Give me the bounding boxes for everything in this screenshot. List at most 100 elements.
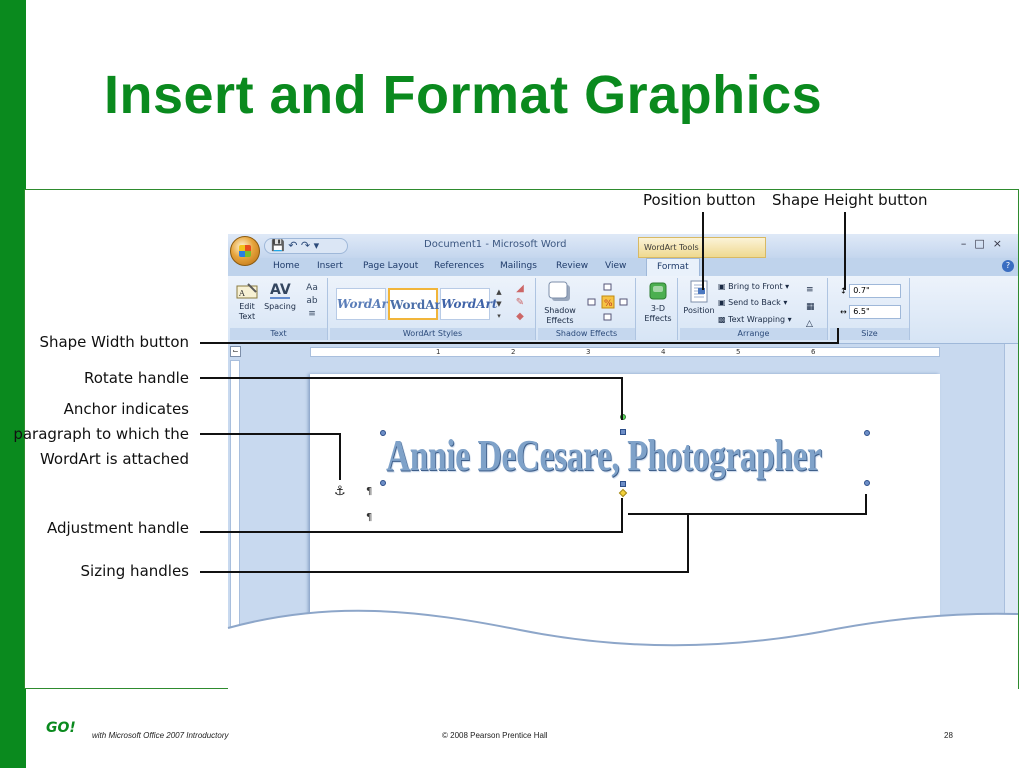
tab-insert[interactable]: Insert	[317, 261, 343, 271]
sizing-handle[interactable]	[864, 480, 870, 486]
edit-text-button[interactable]: A Edit Text	[234, 282, 260, 322]
callout-sizing-handles: Sizing handles	[80, 562, 189, 580]
arrange-label: Arrange	[680, 328, 827, 340]
bring-to-front-button[interactable]: ▣ Bring to Front ▾	[718, 282, 789, 291]
size-group: ↕ 0.7" ↔ 6.5" Size	[830, 278, 910, 340]
vertical-ruler[interactable]	[230, 360, 240, 628]
sizing-handle[interactable]	[380, 480, 386, 486]
shadow-effects-icon	[548, 281, 570, 301]
callout-rotate-handle: Rotate handle	[84, 369, 189, 387]
arrange-group: Position ▣ Bring to Front ▾ ▣ Send to Ba…	[680, 278, 828, 340]
tab-review[interactable]: Review	[556, 261, 588, 271]
shape-height-control: ↕ 0.7"	[840, 284, 902, 298]
shadow-effects-group: Shadow Effects % Shadow Effects	[538, 278, 636, 340]
tab-mailings[interactable]: Mailings	[500, 261, 537, 271]
ruler-number: 6	[811, 348, 816, 356]
window-controls[interactable]: –□×	[961, 237, 1010, 250]
wordart-tools-context-tab: WordArt Tools	[638, 237, 766, 258]
ruler-row: ⌙ 1 2 3 4 5 6	[228, 344, 1018, 360]
shadow-effects-button[interactable]: Shadow Effects	[542, 280, 578, 326]
wordart-styles-scroll[interactable]: ▲ ▼ ▾	[494, 286, 504, 322]
send-to-back-button[interactable]: ▣ Send to Back ▾	[718, 298, 787, 307]
slide-title: Insert and Format Graphics	[104, 65, 823, 125]
three-d-effects-button[interactable]: 3-D Effects	[640, 280, 676, 324]
tab-selector[interactable]: ⌙	[230, 346, 241, 357]
office-button[interactable]	[230, 236, 260, 266]
paragraph-mark: ¶	[366, 486, 373, 497]
tab-references[interactable]: References	[434, 261, 484, 271]
sizing-handle[interactable]	[380, 430, 386, 436]
size-label: Size	[830, 328, 909, 340]
callout-anchor: Anchor indicates paragraph to which the …	[10, 397, 189, 472]
callout-adjustment-handle: Adjustment handle	[46, 519, 189, 537]
text-wrapping-button[interactable]: ▩ Text Wrapping ▾	[718, 315, 792, 324]
shape-width-input[interactable]: 6.5"	[849, 305, 902, 319]
rotate-handle[interactable]	[620, 414, 626, 420]
sizing-handle[interactable]	[620, 481, 626, 487]
tab-view[interactable]: View	[605, 261, 626, 271]
document-page[interactable]: Annie DeCesare, Photographer ⚓ ¶ ¶	[310, 374, 940, 628]
callout-anchor-line3: WordArt is attached	[39, 450, 189, 468]
sizing-handle[interactable]	[620, 429, 626, 435]
position-button[interactable]: Position	[682, 280, 716, 316]
anchor-icon: ⚓	[334, 484, 346, 499]
ruler-number: 1	[436, 348, 441, 356]
vertical-scrollbar[interactable]	[1004, 344, 1018, 628]
edit-text-icon: A	[236, 283, 258, 299]
nudge-shadow-buttons[interactable]: %	[584, 282, 630, 327]
text-format-buttons[interactable]: Aa ab ≡	[302, 282, 322, 321]
wordart-styles-label: WordArt Styles	[330, 328, 535, 340]
text-group-label: Text	[230, 328, 327, 340]
spacing-button[interactable]: AV Spacing	[264, 280, 296, 312]
svg-text:%: %	[604, 299, 613, 309]
title-bar: 💾 ↶ ↷ ▾ Document1 - Microsoft Word WordA…	[228, 234, 1018, 258]
callout-shape-width-button: Shape Width button	[39, 333, 189, 351]
spacing-icon: AV	[270, 282, 291, 299]
ruler-number: 3	[586, 348, 591, 356]
page-number: 28	[944, 731, 953, 740]
adjustment-handle[interactable]	[618, 488, 628, 498]
three-d-icon	[649, 282, 667, 300]
tab-home[interactable]: Home	[273, 261, 300, 271]
text-group: A Edit Text AV Spacing Aa ab ≡ Text	[230, 278, 328, 340]
tab-page-layout[interactable]: Page Layout	[363, 261, 418, 271]
sizing-handle[interactable]	[864, 430, 870, 436]
ribbon-tabs: Home Insert Page Layout References Maili…	[228, 258, 1018, 277]
wordart-styles-group: WordArt WordArt WordArt ▲ ▼ ▾ ◢ ✎ ◆ WordArt …	[330, 278, 536, 340]
wordart-style-2[interactable]: WordArt	[388, 288, 446, 320]
go-logo: GO!	[46, 720, 76, 736]
shadow-effects-label: Shadow Effects	[538, 328, 635, 340]
callout-position-button: Position button	[643, 191, 756, 209]
ruler-number: 2	[511, 348, 516, 356]
svg-text:A: A	[238, 289, 245, 298]
shape-height-icon: ↕	[840, 286, 847, 296]
slide-accent-bar	[0, 0, 26, 768]
nudge-shadow-icon: %	[587, 283, 628, 321]
footer-left: with Microsoft Office 2007 Introductory	[92, 731, 229, 740]
svg-text:AV: AV	[270, 282, 291, 298]
shape-width-control: ↔ 6.5"	[840, 305, 902, 319]
shape-height-input[interactable]: 0.7"	[849, 284, 902, 298]
callout-anchor-line2: paragraph to which the	[13, 425, 189, 443]
shape-width-icon: ↔	[840, 307, 847, 317]
position-icon	[690, 280, 708, 303]
window-title: Document1 - Microsoft Word	[424, 239, 567, 250]
footer-center: © 2008 Pearson Prentice Hall	[442, 731, 548, 740]
paragraph-mark: ¶	[366, 512, 373, 523]
horizontal-ruler[interactable]: 1 2 3 4 5 6	[310, 347, 940, 357]
three-d-group: 3-D Effects	[638, 278, 678, 340]
ruler-number: 5	[736, 348, 741, 356]
tab-format[interactable]: Format	[646, 258, 700, 277]
help-icon[interactable]: ?	[1002, 260, 1014, 272]
word-window: 💾 ↶ ↷ ▾ Document1 - Microsoft Word WordA…	[228, 234, 1018, 628]
callout-anchor-line1: Anchor indicates	[63, 400, 189, 418]
office-logo-icon	[239, 245, 251, 257]
wordart-style-3[interactable]: WordArt	[440, 288, 497, 320]
quick-access-toolbar[interactable]: 💾 ↶ ↷ ▾	[264, 238, 348, 254]
wordart-object[interactable]: Annie DeCesare, Photographer	[386, 430, 822, 481]
align-group-rotate-buttons[interactable]: ≡ ▦ △	[806, 282, 815, 333]
ribbon: A Edit Text AV Spacing Aa ab ≡ Text WordAr…	[228, 276, 1018, 344]
ruler-number: 4	[661, 348, 666, 356]
wordart-style-1[interactable]: WordArt	[336, 288, 393, 320]
wordart-fill-outline-buttons[interactable]: ◢ ✎ ◆	[508, 282, 532, 324]
